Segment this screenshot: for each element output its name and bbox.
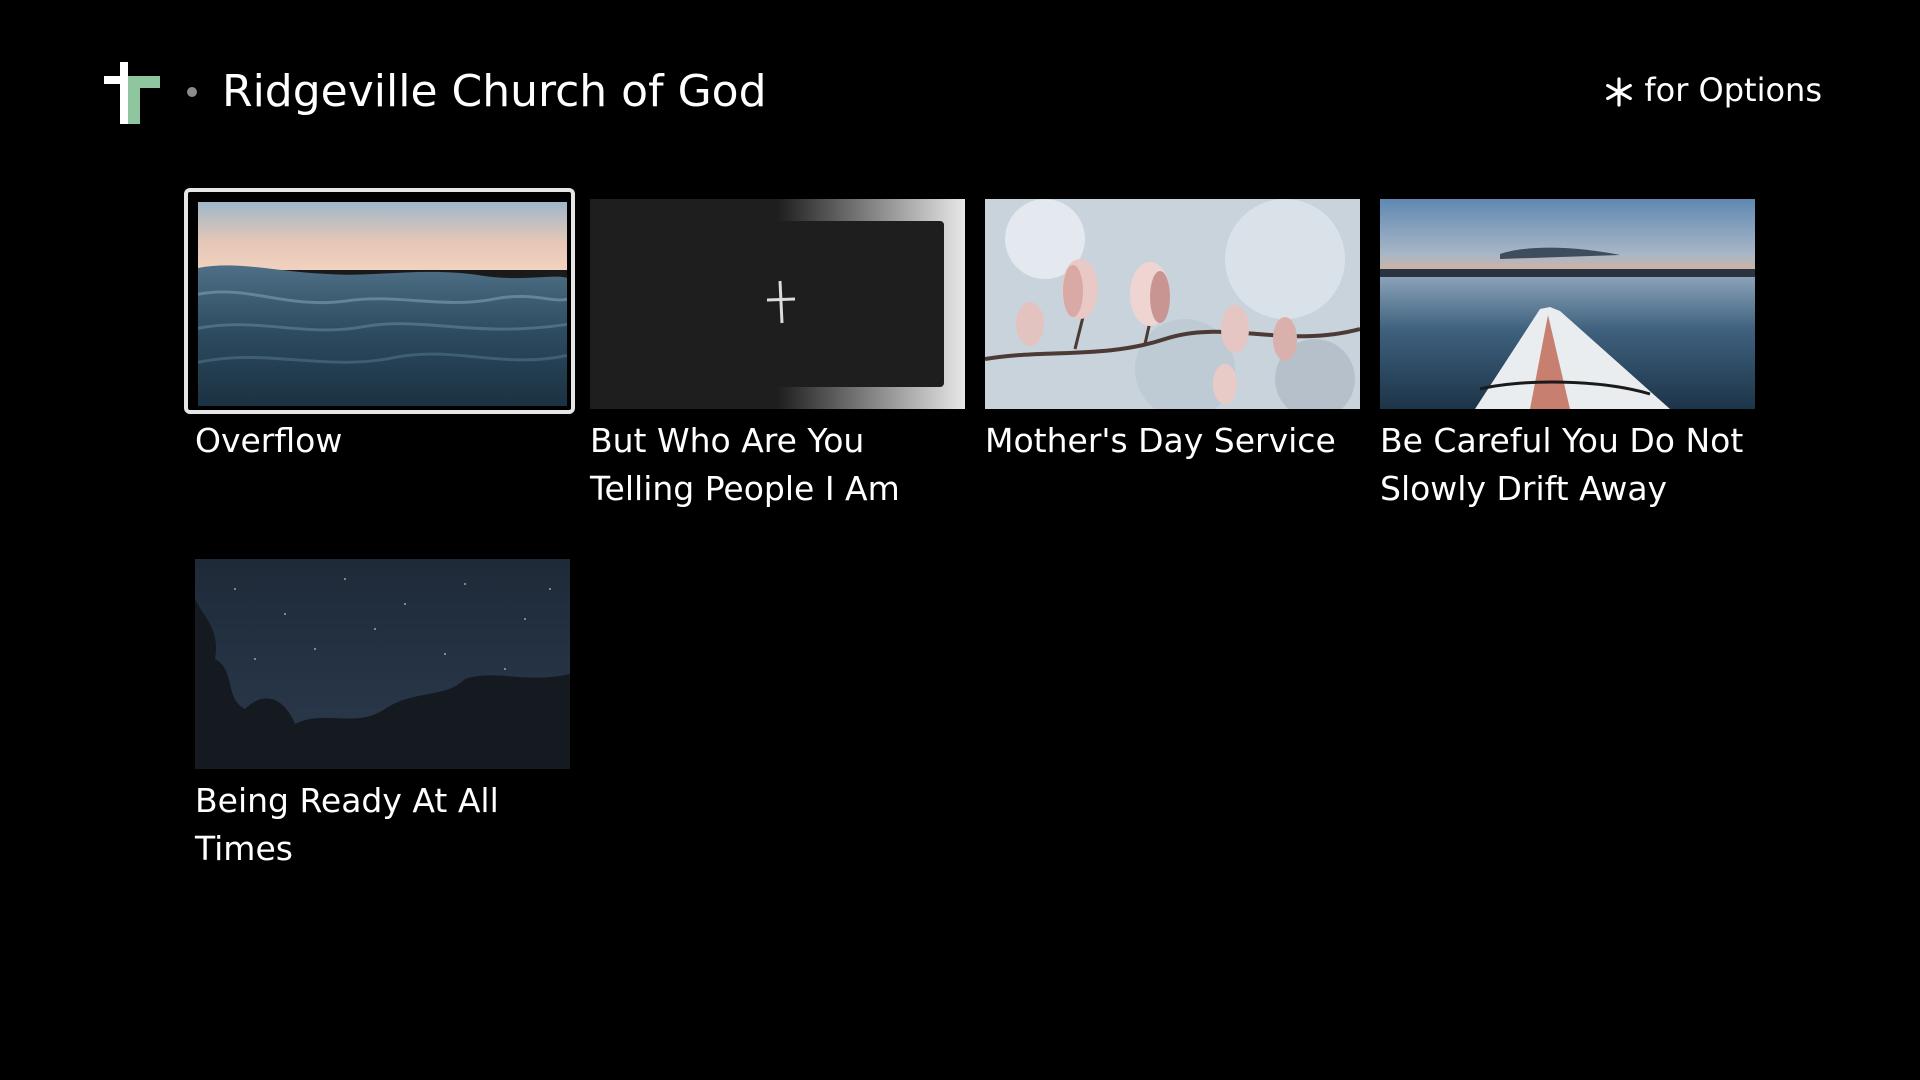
grid-tile-mothers-day[interactable]: Mother's Day Service xyxy=(985,199,1360,559)
grid-tile-be-careful[interactable]: Be Careful You Do Not Slowly Drift Away xyxy=(1380,199,1755,559)
tile-title: Being Ready At All Times xyxy=(195,781,499,868)
cross-logo-icon xyxy=(104,62,160,124)
options-label: for Options xyxy=(1644,71,1822,109)
grid-tile-being-ready[interactable]: Being Ready At All Times xyxy=(195,559,570,919)
separator-dot xyxy=(187,87,197,97)
tile-title: Overflow xyxy=(195,421,343,460)
magnolia-blossoms-image xyxy=(985,199,1360,409)
tile-title: Be Careful You Do Not Slowly Drift Away xyxy=(1380,421,1744,508)
night-sky-trees-image xyxy=(195,559,570,769)
cross-on-dark-image xyxy=(590,199,965,409)
kayak-on-lake-image xyxy=(1380,199,1755,409)
header: Ridgeville Church of God for Options xyxy=(0,0,1920,180)
tile-title: Mother's Day Service xyxy=(985,421,1336,460)
video-grid: Overflow But Who Are You Telling People … xyxy=(184,188,1755,919)
channel-title: Ridgeville Church of God xyxy=(222,66,767,117)
options-hint: for Options xyxy=(1604,70,1822,110)
ocean-waves-image xyxy=(195,199,570,409)
asterisk-icon xyxy=(1606,77,1633,107)
grid-tile-overflow[interactable]: Overflow xyxy=(184,188,575,559)
grid-tile-but-who-are-you[interactable]: But Who Are You Telling People I Am xyxy=(590,199,965,559)
screen: Ridgeville Church of God for Options Ove… xyxy=(0,0,1920,1080)
tile-title: But Who Are You Telling People I Am xyxy=(590,421,900,508)
